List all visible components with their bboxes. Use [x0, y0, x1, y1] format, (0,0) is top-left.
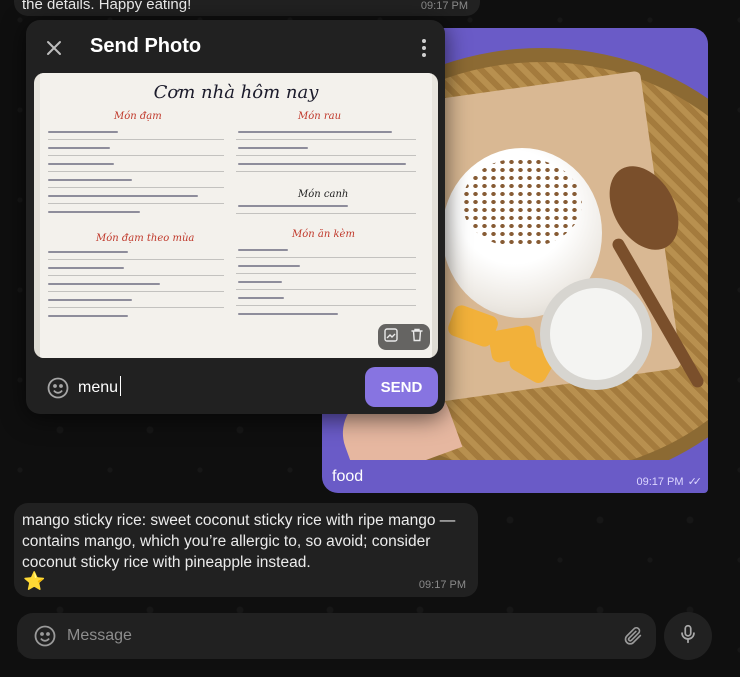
menu-rule	[236, 257, 416, 258]
menu-section: Món rau	[298, 111, 342, 122]
message-time: 09:17 PM	[418, 579, 466, 591]
send-button[interactable]: SEND	[365, 367, 438, 407]
more-options-button[interactable]	[417, 34, 431, 62]
photo-message-meta: 09:17 PM ✓✓	[636, 475, 703, 488]
close-icon	[47, 41, 61, 55]
microphone-button[interactable]	[664, 612, 712, 660]
menu-line	[238, 297, 284, 299]
emoji-icon[interactable]	[46, 376, 70, 405]
menu-line	[238, 147, 308, 149]
photo-preview[interactable]: Cơm nhà hôm nay Món đạm Món rau Món canh…	[34, 73, 438, 358]
more-vertical-icon	[422, 39, 426, 57]
menu-rule	[236, 213, 416, 214]
menu-line	[48, 299, 132, 301]
menu-rule	[48, 139, 224, 140]
menu-rule	[236, 289, 416, 290]
menu-line	[238, 281, 282, 283]
menu-line	[48, 179, 132, 181]
message-time: 09:17 PM	[420, 0, 468, 12]
menu-section: Món ăn kèm	[292, 229, 355, 240]
menu-rule	[48, 171, 224, 172]
message-text: mango sticky rice: sweet coconut sticky …	[22, 512, 456, 571]
menu-line	[238, 131, 392, 133]
menu-line	[48, 283, 160, 285]
message-time: 09:17 PM	[636, 476, 684, 488]
menu-heading: Cơm nhà hôm nay	[153, 82, 319, 103]
microphone-icon	[677, 623, 699, 650]
double-check-icon: ✓✓	[687, 476, 703, 488]
message-bubble-reply: mango sticky rice: sweet coconut sticky …	[14, 503, 478, 597]
menu-rule	[48, 307, 224, 308]
send-photo-dialog: Send Photo Cơm nhà hôm nay Món đạm Món r…	[26, 20, 445, 414]
menu-rule	[236, 139, 416, 140]
message-composer	[17, 613, 656, 659]
close-button[interactable]	[40, 34, 68, 62]
message-text: the details. Happy eating!	[22, 0, 192, 13]
menu-line	[238, 265, 300, 267]
message-input[interactable]	[67, 621, 607, 651]
menu-rule	[236, 305, 416, 306]
image-edit-tools	[378, 324, 430, 350]
menu-rule	[48, 187, 224, 188]
menu-line	[48, 267, 124, 269]
message-bubble-top: the details. Happy eating! 09:17 PM	[14, 0, 480, 16]
menu-rule	[236, 171, 416, 172]
dialog-title: Send Photo	[90, 35, 202, 57]
paperclip-icon[interactable]	[622, 625, 644, 652]
menu-paper: Cơm nhà hôm nay Món đạm Món rau Món canh…	[40, 73, 432, 358]
menu-rule	[48, 155, 224, 156]
menu-rule	[48, 203, 224, 204]
star-emoji: ⭐	[23, 571, 46, 591]
menu-line	[48, 211, 140, 213]
menu-section: Món đạm theo mùa	[96, 233, 195, 244]
text-cursor	[120, 376, 121, 396]
emoji-icon[interactable]	[33, 624, 57, 653]
menu-rule	[236, 155, 416, 156]
menu-line	[48, 163, 114, 165]
menu-rule	[48, 291, 224, 292]
menu-line	[238, 249, 288, 251]
menu-line	[238, 313, 338, 315]
coconut-sauce	[550, 288, 642, 380]
sesame-topping	[462, 158, 582, 248]
enhance-icon[interactable]	[383, 327, 399, 348]
menu-rule	[48, 275, 224, 276]
menu-line	[48, 131, 118, 133]
menu-line	[238, 205, 348, 207]
menu-section: Món canh	[298, 189, 349, 200]
menu-line	[48, 251, 128, 253]
menu-line	[238, 163, 406, 165]
menu-rule	[236, 273, 416, 274]
photo-caption: food	[332, 468, 364, 485]
trash-icon[interactable]	[409, 327, 425, 348]
menu-section: Món đạm	[114, 111, 162, 122]
menu-line	[48, 147, 110, 149]
menu-line	[48, 315, 128, 317]
menu-line	[48, 195, 198, 197]
menu-rule	[48, 259, 224, 260]
